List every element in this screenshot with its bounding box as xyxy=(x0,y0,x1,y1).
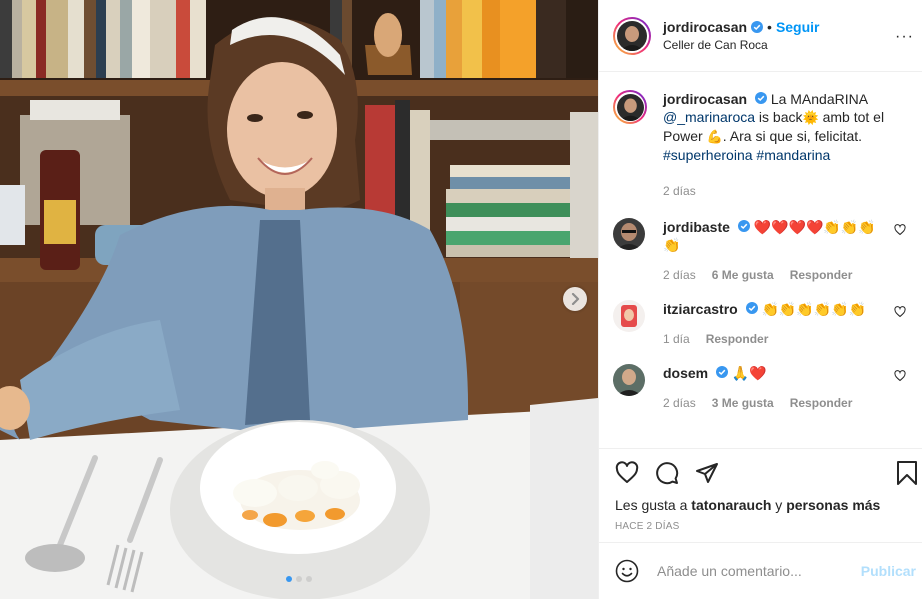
post-header: jordirocasan • Seguir Celler de Can Roca… xyxy=(599,0,922,72)
verified-badge-icon xyxy=(745,302,758,314)
avatar-photo-icon xyxy=(613,364,645,396)
emoji-smiley-icon[interactable] xyxy=(615,559,639,583)
caption-text-4: . Ara si que si, felicitat. xyxy=(722,128,863,144)
likes-others[interactable]: personas más xyxy=(786,497,880,513)
author-username[interactable]: jordirocasan xyxy=(663,19,747,35)
avatar-photo-icon xyxy=(617,20,647,51)
next-photo-button[interactable] xyxy=(563,287,587,311)
verified-badge-icon xyxy=(716,366,729,378)
likes-joiner: y xyxy=(775,497,783,513)
commenter-username[interactable]: itziarcastro xyxy=(663,301,738,317)
caption: jordirocasan La MAndaRINA @_marinaroca i… xyxy=(613,90,906,200)
avatar-photo-icon xyxy=(613,300,645,332)
save-bookmark-icon[interactable] xyxy=(896,461,918,485)
caption-username[interactable]: jordirocasan xyxy=(663,91,747,107)
post-timestamp[interactable]: Hace 2 días xyxy=(615,521,906,532)
post-side-panel: jordirocasan • Seguir Celler de Can Roca… xyxy=(598,0,922,599)
commenter-avatar[interactable] xyxy=(613,218,645,250)
publish-button[interactable]: Publicar xyxy=(861,563,916,579)
caption-text-1: La MAndaRINA xyxy=(770,91,868,107)
caption-time[interactable]: 2 días xyxy=(663,182,696,200)
instagram-post-modal: jordirocasan • Seguir Celler de Can Roca… xyxy=(0,0,922,599)
caption-mention[interactable]: @_marinaroca xyxy=(663,109,755,125)
commenter-avatar[interactable] xyxy=(613,300,645,332)
comment-item: itziarcastro 👏👏👏👏👏👏 1 día Responder xyxy=(613,300,906,348)
hashtag-superheroina[interactable]: #superheroina xyxy=(663,147,753,163)
commenter-username[interactable]: jordibaste xyxy=(663,219,730,235)
comment-likes[interactable]: 6 Me gusta xyxy=(712,266,774,284)
comment-time[interactable]: 1 día xyxy=(663,330,690,348)
likes-prefix: Les gusta a xyxy=(615,497,688,513)
like-comment-heart-icon[interactable] xyxy=(894,370,906,382)
flexed-biceps-emoji-icon: 💪 xyxy=(706,129,723,144)
comment-time[interactable]: 2 días xyxy=(663,266,696,284)
carousel-dot-2 xyxy=(296,576,302,582)
reply-button[interactable]: Responder xyxy=(790,266,853,284)
verified-badge-icon xyxy=(754,92,767,104)
photo-scene xyxy=(0,0,598,599)
comment-item: dosem 🙏❤️ 2 días 3 Me gusta Responder xyxy=(613,364,906,412)
carousel-dot-1 xyxy=(286,576,292,582)
likes-summary: Les gusta a tatonarauch y personas más xyxy=(615,497,906,513)
carousel-indicator xyxy=(0,576,598,582)
caption-text-2: is back xyxy=(758,109,803,125)
comment-item: jordibaste ❤️❤️❤️❤️👏👏👏👏 2 días 6 Me gust… xyxy=(613,218,906,284)
more-options-button[interactable]: ··· xyxy=(895,28,914,46)
comment-likes[interactable]: 3 Me gusta xyxy=(712,394,774,412)
commenter-avatar[interactable] xyxy=(613,364,645,396)
post-location[interactable]: Celler de Can Roca xyxy=(663,38,820,52)
add-comment-bar: Publicar xyxy=(599,542,922,599)
comment-time[interactable]: 2 días xyxy=(663,394,696,412)
comment-input[interactable] xyxy=(655,562,861,580)
commenter-username[interactable]: dosem xyxy=(663,365,708,381)
hashtag-mandarina[interactable]: #mandarina xyxy=(756,147,830,163)
verified-badge-icon xyxy=(751,21,764,33)
carousel-dot-3 xyxy=(306,576,312,582)
like-comment-heart-icon[interactable] xyxy=(894,224,906,236)
sun-emoji-icon: 🌞 xyxy=(802,110,819,125)
author-avatar[interactable] xyxy=(613,16,651,55)
post-photo[interactable] xyxy=(0,0,598,599)
avatar-photo-icon xyxy=(616,93,644,121)
likes-user[interactable]: tatonarauch xyxy=(691,497,771,513)
comment-text: 🙏❤️ xyxy=(731,365,767,381)
reply-button[interactable]: Responder xyxy=(706,330,769,348)
reply-button[interactable]: Responder xyxy=(790,394,853,412)
comment-bubble-icon[interactable] xyxy=(655,461,679,485)
like-comment-heart-icon[interactable] xyxy=(894,306,906,318)
comments-list: jordirocasan La MAndaRINA @_marinaroca i… xyxy=(599,72,922,448)
share-send-icon[interactable] xyxy=(695,461,719,485)
header-separator: • xyxy=(767,19,772,35)
verified-badge-icon xyxy=(737,220,750,232)
avatar-photo-icon xyxy=(613,218,645,250)
follow-button[interactable]: Seguir xyxy=(776,19,820,35)
comment-text: 👏👏👏👏👏👏 xyxy=(761,301,867,317)
like-heart-icon[interactable] xyxy=(615,461,639,485)
caption-avatar[interactable] xyxy=(613,90,647,124)
chevron-right-icon xyxy=(571,293,580,305)
